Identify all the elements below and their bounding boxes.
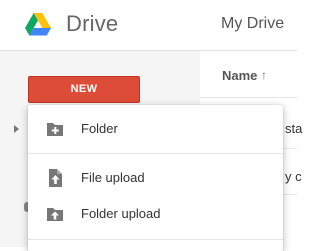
menu-divider (28, 153, 283, 154)
menu-item-folder-upload[interactable]: Folder upload (28, 197, 283, 231)
sort-ascending-icon[interactable]: ↑ (261, 68, 267, 82)
breadcrumb-my-drive[interactable]: My Drive (221, 15, 284, 33)
expand-caret-icon[interactable] (14, 125, 19, 133)
drive-logo-icon[interactable] (25, 13, 51, 36)
name-column-header[interactable]: Name (222, 68, 257, 83)
top-bar: Drive My Drive (0, 0, 297, 51)
new-folder-icon (47, 123, 63, 136)
menu-item-label: Folder (81, 121, 118, 136)
new-menu: Folder File upload Folder upload (28, 105, 283, 251)
app-name[interactable]: Drive (66, 11, 118, 37)
folder-upload-icon (47, 208, 63, 221)
menu-item-folder[interactable]: Folder (28, 112, 283, 146)
column-header: Name ↑ (200, 51, 297, 98)
new-button[interactable]: NEW (28, 76, 140, 103)
file-row-name[interactable]: y c (285, 169, 302, 184)
menu-item-label: File upload (81, 170, 145, 185)
menu-item-file-upload[interactable]: File upload (28, 161, 283, 195)
menu-item-label: Folder upload (81, 206, 161, 221)
file-upload-icon (49, 169, 62, 187)
menu-divider (28, 239, 283, 240)
file-row-name[interactable]: sta (285, 121, 302, 136)
